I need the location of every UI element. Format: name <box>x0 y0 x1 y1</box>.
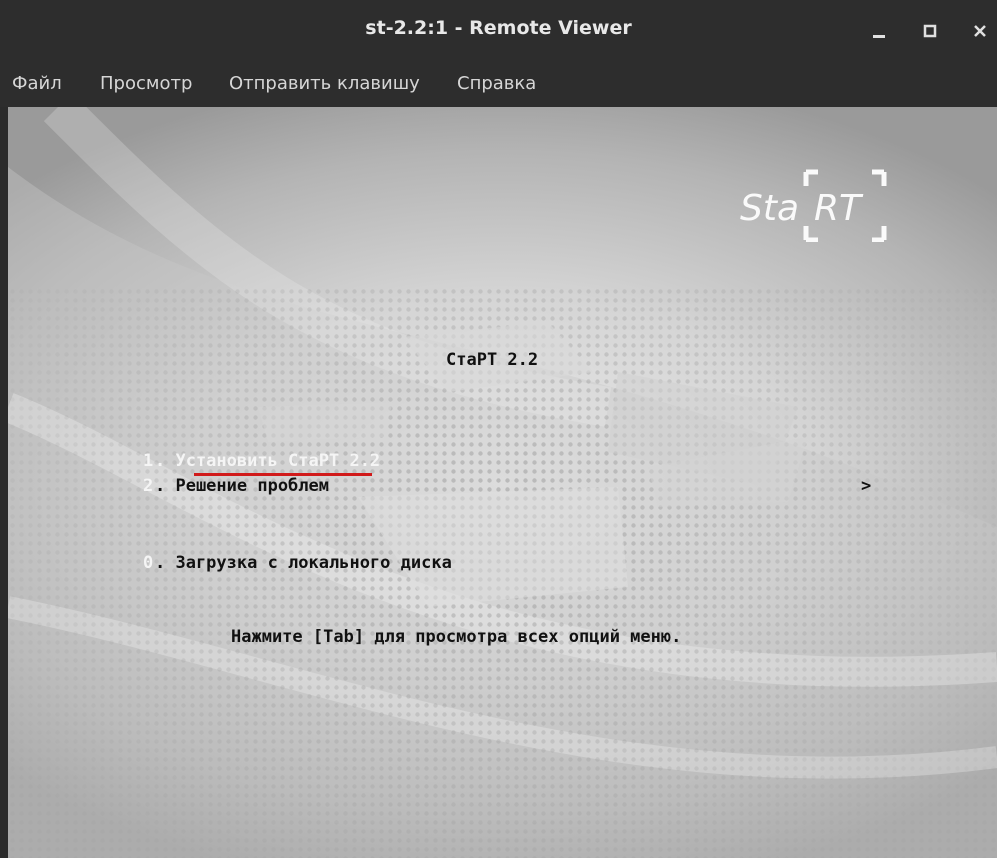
remote-viewer-window: st-2.2:1 - Remote Viewer Файл Просмотр О… <box>0 0 997 858</box>
maximize-icon <box>923 24 937 38</box>
submenu-arrow-icon: > <box>861 476 872 496</box>
menu-send-key[interactable]: Отправить клавишу <box>229 73 420 94</box>
option-label: . Загрузка с локального диска <box>155 553 452 573</box>
boot-heading: СтаРТ 2.2 <box>446 350 539 370</box>
title-bar[interactable]: st-2.2:1 - Remote Viewer <box>0 0 997 62</box>
minimize-button[interactable] <box>863 14 895 48</box>
remote-screen[interactable]: Sta RT СтаРТ 2.2 1 . Установить СтаРТ 2.… <box>8 107 997 858</box>
logo-text-left: Sta <box>740 188 799 229</box>
close-button[interactable] <box>964 14 996 48</box>
option-number: 0 <box>143 553 154 573</box>
logo-text-right: RT <box>814 188 864 229</box>
menu-hint: Нажмите [Tab] для просмотра всех опций м… <box>231 627 682 647</box>
window-title: st-2.2:1 - Remote Viewer <box>365 17 632 39</box>
minimize-icon <box>873 35 885 38</box>
menu-bar: Файл Просмотр Отправить клавишу Справка <box>0 62 997 107</box>
option-number: 1 <box>143 451 154 471</box>
menu-view[interactable]: Просмотр <box>100 73 192 94</box>
option-label: . Установить СтаРТ 2.2 <box>155 451 381 471</box>
option-label: . Решение проблем <box>155 476 329 496</box>
menu-file[interactable]: Файл <box>12 73 62 94</box>
close-icon <box>974 25 986 37</box>
start-logo: Sta RT <box>740 169 887 242</box>
maximize-button[interactable] <box>914 14 946 48</box>
menu-help[interactable]: Справка <box>457 73 536 94</box>
option-number: 2 <box>143 476 154 496</box>
